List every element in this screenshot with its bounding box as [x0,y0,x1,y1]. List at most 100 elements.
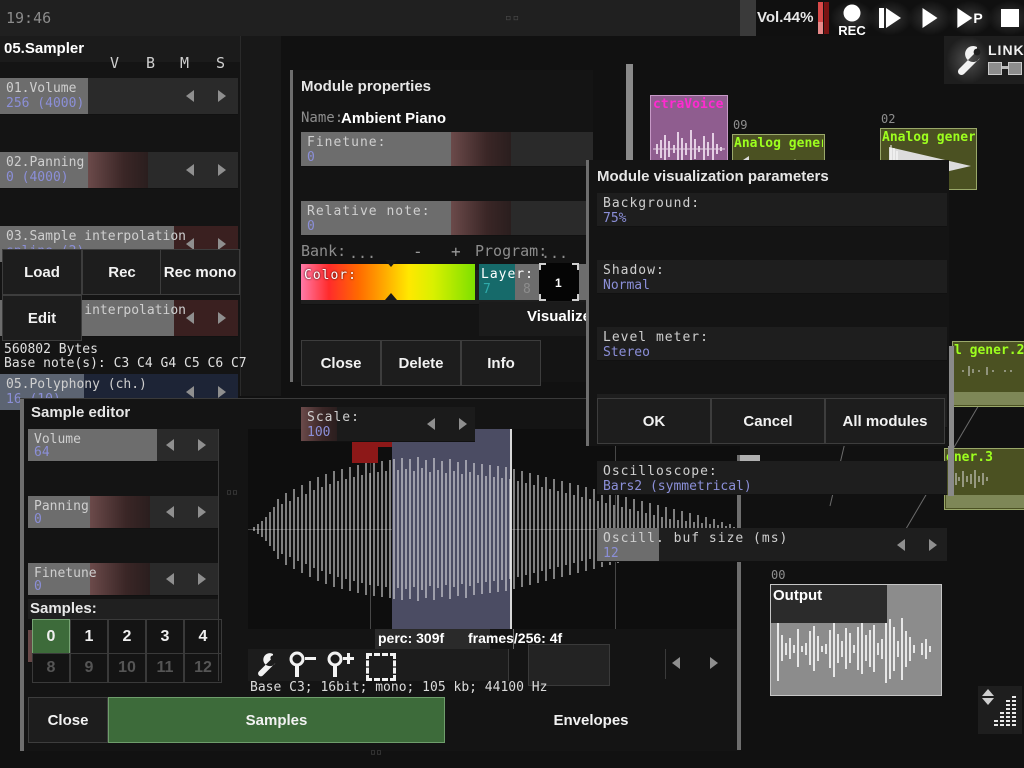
program-value[interactable]: ... [541,244,568,262]
module-gener3[interactable]: ener.3 [944,448,1024,510]
sampler-polyphony-prev-arrow[interactable] [186,386,194,398]
module-properties-title: Module properties [301,78,431,95]
info-module-button[interactable]: Info [461,340,541,386]
module-name-value[interactable]: Ambient Piano [341,110,446,127]
tab-envelopes[interactable]: Envelopes [445,697,737,743]
sample-slot-0[interactable]: 0 [32,619,70,655]
column-s[interactable]: S [216,54,225,72]
module-control-finetune-value: 0 [307,150,315,165]
sampler-polyphony-next-arrow[interactable] [218,386,226,398]
sample-slot-10[interactable]: 10 [108,653,146,683]
color-slider-handle-top[interactable] [385,260,397,267]
sampler-control-volume[interactable]: 01.Volume 256 (4000) [0,78,238,115]
sampler-volume-interp-next-arrow[interactable] [218,312,226,324]
vis-control-background[interactable]: Background: 75% [597,193,947,227]
vis-control-buf-size[interactable]: Oscill. buf size (ms) 12 [597,528,947,562]
sample-editor-resize-handle[interactable]: ▫▫ [226,487,238,498]
scale-control[interactable]: Scale: 100 [301,407,475,442]
sample-slot-1[interactable]: 1 [70,619,108,655]
vis-control-oscilloscope[interactable]: Oscilloscope: Bars2 (symmetrical) [597,461,947,495]
tab-samples[interactable]: Samples [108,697,445,743]
wrench-icon[interactable] [950,42,986,82]
scroll-up-icon[interactable] [982,689,994,696]
sample-slot-12[interactable]: 12 [184,653,222,683]
module-gener3-title: ener.3 [946,450,1024,465]
sample-control-finetune[interactable]: Finetune 0 [28,563,218,596]
sample-volume-prev-arrow[interactable] [166,439,174,451]
rec-sample-button[interactable]: Rec [82,249,162,295]
module-gener3-level [946,495,1024,508]
sample-finetune-prev-arrow[interactable] [166,573,174,585]
vis-buf-size-next-arrow[interactable] [929,539,937,551]
stop-button[interactable] [986,0,1024,36]
sample-slot-3[interactable]: 3 [146,619,184,655]
sample-panning-next-arrow[interactable] [198,506,206,518]
sample-slot-9[interactable]: 9 [70,653,108,683]
drag-handle-icon[interactable]: ▫▫ [505,13,519,22]
sampler-volume-interp-prev-arrow[interactable] [186,312,194,324]
bank-minus-button[interactable]: - [413,242,423,261]
sample-volume-next-arrow[interactable] [198,439,206,451]
edit-button[interactable]: Edit [2,295,82,341]
color-slider-handle-bottom[interactable] [385,293,397,300]
link-node-right-icon[interactable] [1008,62,1022,75]
close-module-button[interactable]: Close [301,340,381,386]
wave-scroll-right-arrow[interactable] [710,657,718,669]
sample-finetune-next-arrow[interactable] [198,573,206,585]
vis-control-level-meter-label: Level meter: [603,330,709,345]
sample-control-finetune-value: 0 [34,579,42,594]
sample-size-info: 560802 Bytes [4,342,98,357]
scroll-down-icon[interactable] [982,698,994,705]
sampler-volume-next-arrow[interactable] [218,90,226,102]
sampler-control-panning[interactable]: 02.Panning 0 (4000) [0,152,238,189]
vis-buf-size-prev-arrow[interactable] [897,539,905,551]
volume-label[interactable]: Vol.44% [757,9,813,26]
bank-plus-button[interactable]: + [451,242,461,261]
visualizer-button[interactable]: Visualizer [479,302,593,336]
rec-mono-button[interactable]: Rec mono [160,249,240,295]
clock: 19:46 [6,9,51,27]
module-control-relnote[interactable]: Relative note: 0 [301,201,593,236]
sampler-panning-next-arrow[interactable] [218,164,226,176]
module-output[interactable]: 00 Output [770,584,942,696]
vis-control-level-meter[interactable]: Level meter: Stereo [597,327,947,361]
module-properties-dialog: Module properties Name: Ambient Piano Fi… [290,70,593,382]
column-b[interactable]: B [146,54,155,72]
module-gener2[interactable]: l gener.2 [952,341,1024,407]
sample-slot-8[interactable]: 8 [32,653,70,683]
module-control-finetune[interactable]: Finetune: 0 [301,132,593,167]
loop-marker-foot [352,447,378,463]
link-node-left-icon[interactable] [988,62,1002,75]
play-icon [923,8,938,28]
sample-editor-bottom-handle[interactable]: ▫▫ [370,747,382,758]
sample-slot-11[interactable]: 11 [146,653,184,683]
column-v[interactable]: V [110,54,119,72]
sample-control-panning[interactable]: Panning 0 [28,496,218,529]
sample-slot-4[interactable]: 4 [184,619,222,655]
bank-label: Bank: [301,242,346,260]
sample-control-volume[interactable]: Volume 64 [28,429,218,462]
module-visualization-title: Module visualization parameters [597,168,829,185]
sample-slot-2[interactable]: 2 [108,619,146,655]
sampler-panning-prev-arrow[interactable] [186,164,194,176]
mini-visualizer-widget[interactable] [978,686,1022,734]
link-label: LINK [988,42,1024,58]
ok-button[interactable]: OK [597,398,711,444]
sampler-volume-prev-arrow[interactable] [186,90,194,102]
delete-module-button[interactable]: Delete [381,340,461,386]
module-02-number: 02 [881,112,895,126]
load-button[interactable]: Load [2,249,82,295]
samples-grid[interactable]: 0 1 2 3 4 8 9 10 11 12 [28,619,218,681]
layer-selected-box[interactable]: 1 [539,263,579,301]
all-modules-button[interactable]: All modules [825,398,945,444]
column-m[interactable]: M [180,54,189,72]
scale-prev-arrow[interactable] [427,418,435,430]
tab-close[interactable]: Close [28,697,108,743]
vis-control-shadow[interactable]: Shadow: Normal [597,260,947,294]
scale-next-arrow[interactable] [459,418,467,430]
cancel-button[interactable]: Cancel [711,398,825,444]
wave-scroll-left-arrow[interactable] [672,657,680,669]
sample-panning-prev-arrow[interactable] [166,506,174,518]
bank-value[interactable]: ... [349,244,376,262]
vis-control-level-meter-value: Stereo [603,345,650,360]
